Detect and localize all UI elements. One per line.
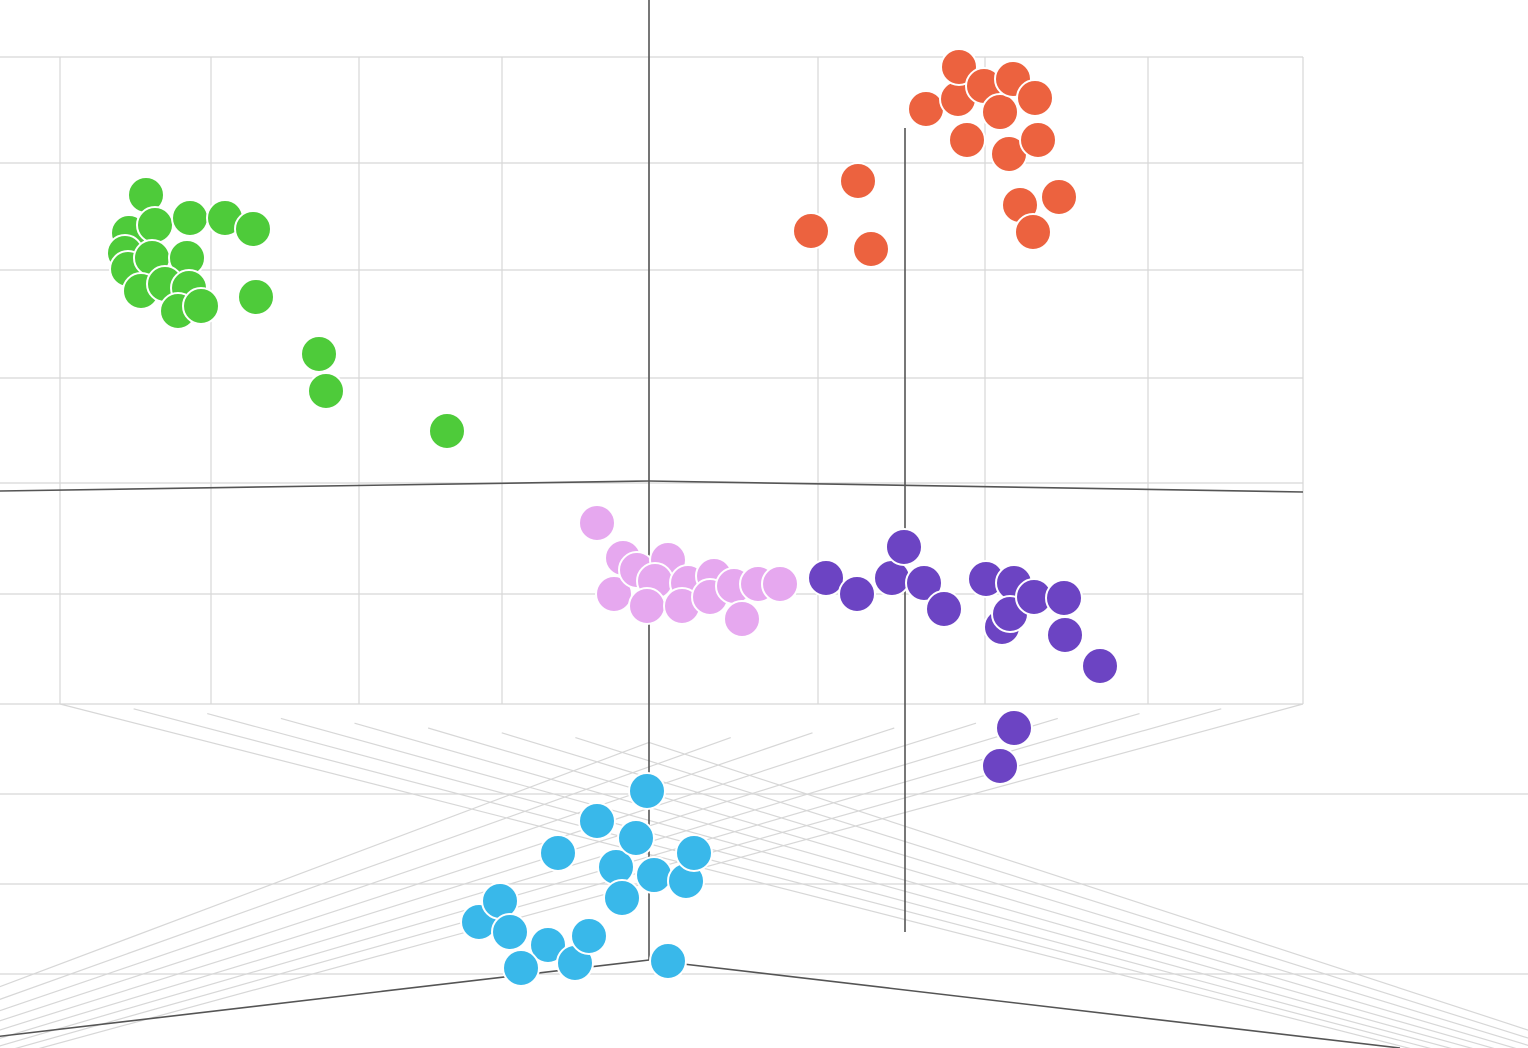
data-point (604, 880, 640, 916)
data-point (579, 505, 615, 541)
chart-3d-scatter[interactable] (0, 0, 1528, 1048)
data-point (1015, 214, 1051, 250)
data-point (636, 857, 672, 893)
data-point (429, 413, 465, 449)
data-point (982, 94, 1018, 130)
data-point (853, 231, 889, 267)
data-point (1017, 80, 1053, 116)
data-point (1020, 122, 1056, 158)
data-point (840, 163, 876, 199)
data-point (996, 710, 1032, 746)
data-point (183, 288, 219, 324)
data-point (926, 591, 962, 627)
data-point (172, 200, 208, 236)
data-point (629, 773, 665, 809)
data-point (793, 213, 829, 249)
data-point (571, 918, 607, 954)
data-point (949, 122, 985, 158)
data-point (238, 279, 274, 315)
data-point (1047, 617, 1083, 653)
data-point (301, 336, 337, 372)
data-point (982, 748, 1018, 784)
data-point (618, 820, 654, 856)
data-point (908, 91, 944, 127)
data-point (137, 207, 173, 243)
data-point (839, 576, 875, 612)
data-point (886, 529, 922, 565)
data-point (762, 566, 798, 602)
data-point (308, 373, 344, 409)
data-point (1046, 580, 1082, 616)
data-point (724, 601, 760, 637)
data-point (492, 914, 528, 950)
data-point (235, 211, 271, 247)
data-point (540, 835, 576, 871)
data-point (1082, 648, 1118, 684)
data-point (1041, 179, 1077, 215)
scene-svg[interactable] (0, 0, 1528, 1048)
data-point (629, 588, 665, 624)
data-point (579, 803, 615, 839)
data-point (503, 950, 539, 986)
data-point (676, 835, 712, 871)
data-point (650, 943, 686, 979)
